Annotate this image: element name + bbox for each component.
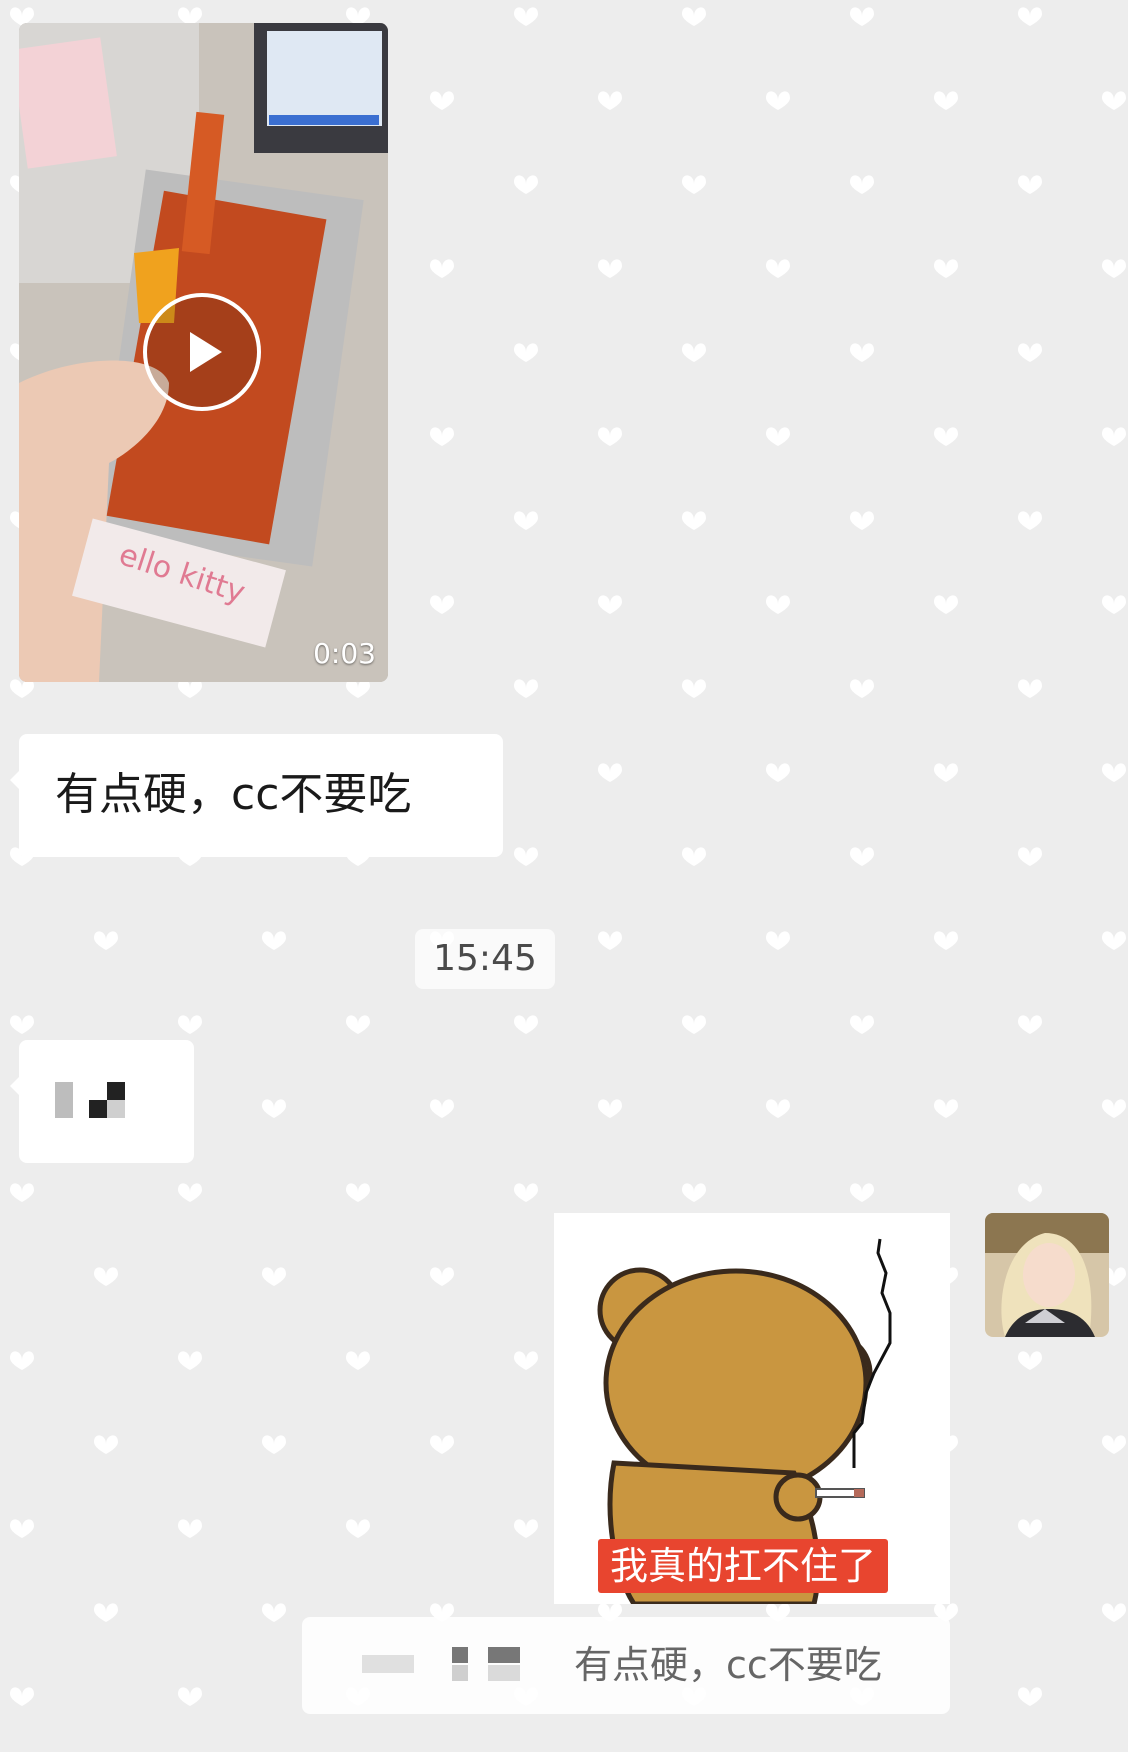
play-button[interactable] xyxy=(143,293,261,411)
sticker-message[interactable]: 我真的扛不住了 xyxy=(554,1213,950,1604)
redacted-block xyxy=(488,1647,520,1663)
video-message[interactable]: ello kitty 0:03 xyxy=(19,23,388,682)
redacted-block xyxy=(452,1647,468,1663)
incoming-text-bubble[interactable]: 有点硬，cc不要吃 xyxy=(10,734,503,857)
timestamp-text: 15:45 xyxy=(433,938,537,979)
redacted-block xyxy=(488,1665,520,1681)
redacted-block xyxy=(362,1655,414,1673)
quoted-message[interactable]: 有点硬，cc不要吃 xyxy=(302,1617,950,1714)
message-timestamp: 15:45 xyxy=(415,929,555,989)
message-text: 有点硬，cc不要吃 xyxy=(55,769,412,820)
redacted-block xyxy=(107,1100,125,1118)
incoming-blurred-bubble[interactable] xyxy=(10,1040,194,1163)
user-avatar[interactable] xyxy=(985,1213,1109,1337)
quoted-text: 有点硬，cc不要吃 xyxy=(574,1643,882,1687)
redacted-block xyxy=(89,1100,107,1118)
redacted-block xyxy=(452,1665,468,1681)
play-icon xyxy=(190,332,222,372)
sticker-caption: 我真的扛不住了 xyxy=(598,1539,889,1593)
redacted-block xyxy=(55,1082,73,1118)
video-duration: 0:03 xyxy=(313,637,376,670)
redacted-block xyxy=(107,1082,125,1100)
avatar-icon xyxy=(985,1213,1109,1337)
